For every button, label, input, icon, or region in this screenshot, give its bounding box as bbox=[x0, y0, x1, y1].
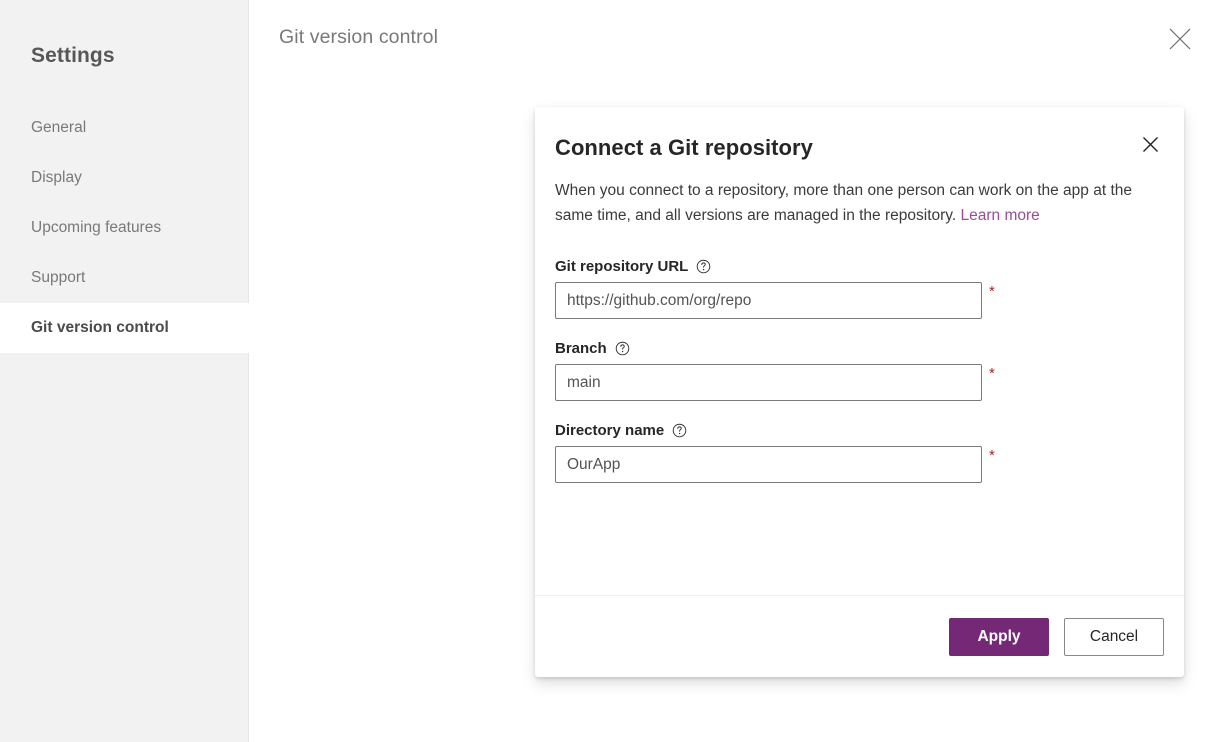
sidebar-item-git-version-control[interactable]: Git version control bbox=[0, 303, 249, 353]
field-label-text: Git repository URL bbox=[555, 258, 688, 275]
field-label: Git repository URL bbox=[555, 258, 1164, 275]
dialog-description-text: When you connect to a repository, more t… bbox=[555, 182, 1132, 224]
field-git-repository-url: Git repository URL * bbox=[555, 258, 1164, 319]
dialog-header: Connect a Git repository bbox=[535, 107, 1184, 161]
required-indicator: * bbox=[989, 365, 995, 382]
close-icon bbox=[1168, 27, 1192, 51]
sidebar-nav-list: General Display Upcoming features Suppor… bbox=[0, 103, 249, 353]
help-circle-icon[interactable] bbox=[672, 423, 687, 438]
field-branch: Branch * bbox=[555, 340, 1164, 401]
sidebar-item-label: Support bbox=[31, 269, 85, 287]
required-indicator: * bbox=[989, 447, 995, 464]
apply-button[interactable]: Apply bbox=[949, 618, 1049, 656]
sidebar-title: Settings bbox=[31, 44, 115, 68]
close-settings-button[interactable] bbox=[1161, 20, 1199, 58]
sidebar-item-label: Git version control bbox=[31, 319, 169, 337]
input-row: * bbox=[555, 364, 1164, 401]
branch-input[interactable] bbox=[555, 364, 982, 401]
sidebar-item-general[interactable]: General bbox=[0, 103, 249, 153]
dialog-title: Connect a Git repository bbox=[555, 135, 1160, 161]
input-row: * bbox=[555, 282, 1164, 319]
field-label-text: Directory name bbox=[555, 422, 664, 439]
close-icon bbox=[1142, 136, 1159, 158]
sidebar-item-upcoming-features[interactable]: Upcoming features bbox=[0, 203, 249, 253]
field-label: Directory name bbox=[555, 422, 1164, 439]
help-circle-icon[interactable] bbox=[615, 341, 630, 356]
sidebar-item-label: Upcoming features bbox=[31, 219, 161, 237]
page-title: Git version control bbox=[279, 26, 438, 49]
dialog-body: When you connect to a repository, more t… bbox=[535, 178, 1184, 483]
directory-name-input[interactable] bbox=[555, 446, 982, 483]
sidebar-item-support[interactable]: Support bbox=[0, 253, 249, 303]
input-row: * bbox=[555, 446, 1164, 483]
dialog-close-button[interactable] bbox=[1138, 135, 1162, 159]
settings-content-pane: Git version control Connect a Git reposi… bbox=[250, 0, 1215, 742]
sidebar-item-display[interactable]: Display bbox=[0, 153, 249, 203]
connect-git-repository-dialog: Connect a Git repository When you connec… bbox=[535, 107, 1184, 677]
settings-sidebar: Settings General Display Upcoming featur… bbox=[0, 0, 249, 742]
git-repository-url-input[interactable] bbox=[555, 282, 982, 319]
help-circle-icon[interactable] bbox=[696, 259, 711, 274]
learn-more-link[interactable]: Learn more bbox=[961, 207, 1040, 224]
field-label: Branch bbox=[555, 340, 1164, 357]
field-directory-name: Directory name * bbox=[555, 422, 1164, 483]
field-label-text: Branch bbox=[555, 340, 607, 357]
dialog-footer: Apply Cancel bbox=[535, 595, 1184, 677]
sidebar-item-label: Display bbox=[31, 169, 82, 187]
sidebar-item-label: General bbox=[31, 119, 86, 137]
dialog-description: When you connect to a repository, more t… bbox=[555, 178, 1164, 228]
required-indicator: * bbox=[989, 283, 995, 300]
cancel-button[interactable]: Cancel bbox=[1064, 618, 1164, 656]
